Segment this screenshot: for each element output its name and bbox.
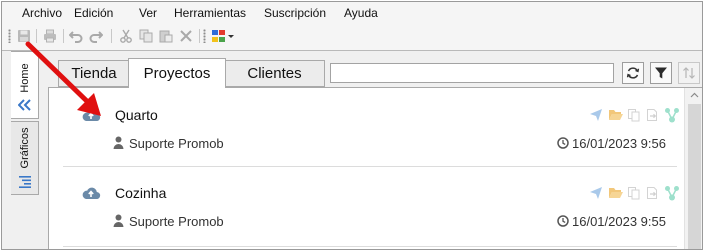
vtab-graficos[interactable]: Gráficos: [11, 121, 39, 195]
filter-button[interactable]: [650, 62, 672, 84]
refresh-button[interactable]: [622, 62, 644, 84]
menu-ayuda[interactable]: Ayuda: [344, 6, 378, 20]
export-icon[interactable]: [643, 106, 661, 124]
projects-list: Quarto Suporte Promob 16/01/2023 9:56 Co…: [48, 87, 702, 249]
filter-icon: [655, 67, 667, 79]
delete-icon[interactable]: [178, 28, 194, 44]
menu-edicion[interactable]: Edición: [74, 6, 113, 20]
scrollbar-thumb[interactable]: [688, 104, 701, 249]
search-input[interactable]: [330, 63, 614, 83]
print-icon[interactable]: [42, 28, 58, 44]
vertical-scrollbar[interactable]: [684, 88, 702, 249]
toolbar-separator: [36, 29, 37, 43]
export-icon[interactable]: [643, 184, 661, 202]
project-date: 16/01/2023 9:55: [572, 214, 666, 229]
save-icon[interactable]: [16, 28, 32, 44]
send-icon[interactable]: [587, 106, 605, 124]
menu-ver[interactable]: Ver: [139, 6, 157, 20]
double-chevron-left-icon: [17, 98, 32, 116]
vtab-home-label: Home: [18, 63, 31, 93]
tabs-row: Tienda Proyectos Clientes: [48, 55, 702, 88]
vtab-graficos-label: Gráficos: [18, 127, 31, 169]
project-actions: [587, 106, 687, 124]
list-divider: [63, 246, 677, 247]
project-name: Quarto: [115, 107, 158, 123]
cut-icon[interactable]: [118, 28, 134, 44]
duplicate-icon[interactable]: [625, 106, 643, 124]
projects-panel: Tienda Proyectos Clientes Quarto Suporte…: [48, 55, 702, 249]
list-item[interactable]: Cozinha Suporte Promob 16/01/2023 9:55: [49, 168, 683, 246]
share-icon[interactable]: [663, 184, 681, 202]
menu-archivo[interactable]: Archivo: [22, 6, 62, 20]
redo-icon[interactable]: [88, 28, 104, 44]
chart-lines-icon: [18, 175, 32, 194]
vtab-home[interactable]: Home: [11, 51, 39, 119]
paste-icon[interactable]: [158, 28, 174, 44]
project-date: 16/01/2023 9:56: [572, 136, 666, 151]
user-icon: [113, 136, 124, 154]
list-item[interactable]: Quarto Suporte Promob 16/01/2023 9:56: [49, 90, 683, 168]
duplicate-icon[interactable]: [625, 184, 643, 202]
toolbar-separator: [199, 29, 200, 43]
cloud-upload-icon: [81, 186, 101, 205]
color-palette-icon[interactable]: [210, 28, 236, 44]
undo-icon[interactable]: [68, 28, 84, 44]
menu-herramientas[interactable]: Herramientas: [174, 6, 246, 20]
share-icon[interactable]: [663, 106, 681, 124]
send-icon[interactable]: [587, 184, 605, 202]
cloud-upload-icon: [81, 108, 101, 127]
toolbar-separator: [63, 29, 64, 43]
app-window: Archivo Edición Ver Herramientas Suscrip…: [1, 1, 703, 250]
folder-open-icon[interactable]: [607, 184, 625, 202]
clock-icon: [557, 136, 569, 154]
menu-bar: Archivo Edición Ver Herramientas Suscrip…: [2, 2, 702, 24]
toolbar-divider: [2, 50, 702, 51]
tab-tienda[interactable]: Tienda: [58, 60, 130, 87]
list-divider: [63, 166, 677, 167]
scroll-up-icon[interactable]: [690, 92, 699, 98]
sort-button[interactable]: [678, 62, 700, 84]
toolbar-grip[interactable]: [203, 29, 206, 43]
user-icon: [113, 214, 124, 232]
project-user: Suporte Promob: [129, 136, 224, 151]
tab-tienda-label: Tienda: [71, 65, 117, 82]
project-actions: [587, 184, 687, 202]
clock-icon: [557, 214, 569, 232]
toolbar: [2, 24, 702, 50]
tab-clientes[interactable]: Clientes: [224, 60, 325, 87]
toolbar-separator: [111, 29, 112, 43]
tab-proyectos[interactable]: Proyectos: [128, 58, 226, 88]
sort-icon: [683, 67, 695, 79]
project-user: Suporte Promob: [129, 214, 224, 229]
left-sidebar: Home Gráficos: [2, 51, 46, 249]
project-name: Cozinha: [115, 185, 167, 201]
toolbar-grip[interactable]: [8, 29, 11, 43]
tab-proyectos-label: Proyectos: [143, 65, 211, 82]
folder-open-icon[interactable]: [607, 106, 625, 124]
refresh-icon: [626, 67, 640, 79]
tab-clientes-label: Clientes: [247, 65, 302, 82]
menu-suscripcion[interactable]: Suscripción: [264, 6, 326, 20]
copy-icon[interactable]: [138, 28, 154, 44]
